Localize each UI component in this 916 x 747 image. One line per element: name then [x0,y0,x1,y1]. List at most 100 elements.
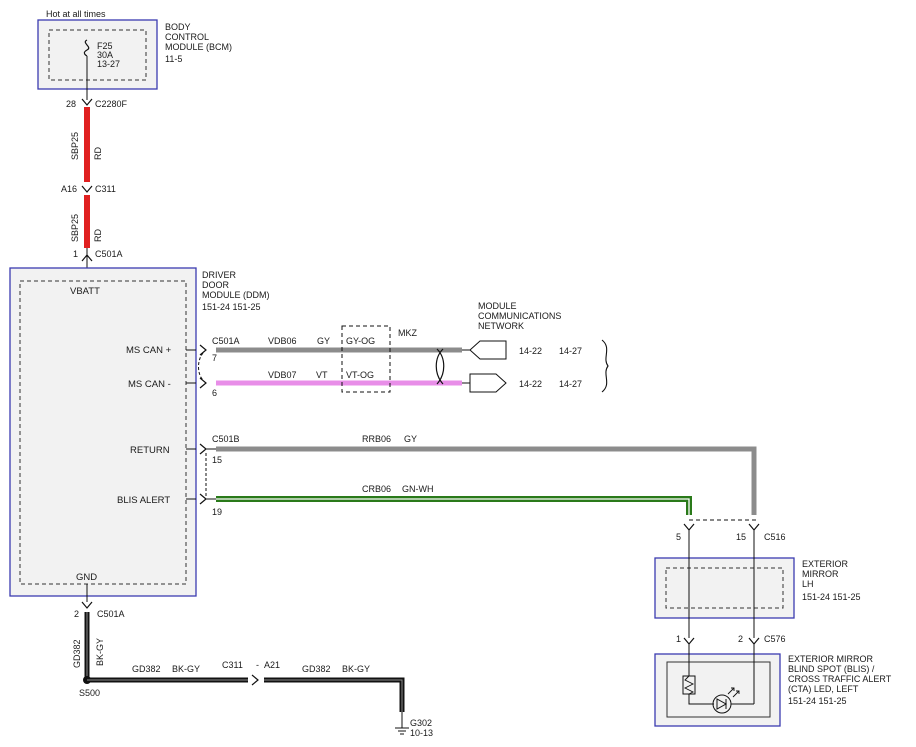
wire-crb06-color: GN-WH [402,484,434,494]
ground-icon [395,712,409,735]
blis-name-line-2: BLIND SPOT (BLIS) / [788,664,875,674]
bcm-name-line-3: MODULE (BCM) [165,42,232,52]
c516-pin15-icon [748,523,760,531]
exterior-mirror-module[interactable] [654,557,795,619]
hot-at-all-times-label: Hot at all times [46,9,106,19]
network-name-line-1: MODULE [478,301,517,311]
can-minus-connector-icon [199,377,207,389]
ddm-module[interactable] [9,267,197,597]
return-pin: 15 [212,455,222,465]
blis-name-line-1: EXTERIOR MIRROR [788,654,874,664]
c501a-bottom-name: C501A [97,609,125,619]
network-connector-can-plus[interactable] [469,340,507,360]
wire-sbp25-a-circuit: SBP25 [70,132,80,160]
c311-ground-dash: - [256,660,259,670]
c516-pin-15: 15 [736,532,746,542]
blis-pin: 19 [212,507,222,517]
g302-label: G302 [410,718,432,728]
wire-sbp25-b-circuit: SBP25 [70,214,80,242]
network-ref-1a: 14-22 [519,346,542,356]
c311-ground-pin: A21 [264,660,280,670]
can-minus-pin: 6 [212,388,217,398]
can-plus-pin: 7 [212,353,217,363]
c516-pin5-icon [683,523,695,531]
wire-vdb06-circuit: VDB06 [268,336,297,346]
c311-name: C311 [95,184,116,194]
blis-led-module[interactable] [654,653,781,727]
wire-gd382-h2-color: BK-GY [342,664,370,674]
wire-crb06-circuit: CRB06 [362,484,391,494]
ddm-pin-vbatt: VBATT [70,286,100,297]
c2280f-pin: 28 [66,99,76,109]
wire-rrb06[interactable] [216,446,757,515]
twisted-pair-icon [435,348,445,385]
c576-name: C576 [764,634,786,644]
wire-gd382-h2-stripe [264,679,403,712]
c311-ground-connector-icon [251,674,259,686]
wire-rrb06-color: GY [404,434,417,444]
c576-pin1-icon [683,637,695,645]
wiring-diagram: Hot at all times F25 30A 13-27 BODY CONT… [9,9,892,738]
mirror-name-line-2: MIRROR [802,569,839,579]
c516-pin-5: 5 [676,532,681,542]
wire-vdb06-alt-color: GY-OG [346,336,375,346]
fuse-ref: 13-27 [97,59,120,69]
ddm-name-line-1: DRIVER [202,270,237,280]
wire-gd382-vertical-color: BK-GY [95,638,105,666]
ddm-pin-return: RETURN [130,445,170,456]
bcm-name-line-2: CONTROL [165,32,209,42]
bcm-ref: 11-5 [165,54,182,64]
can-pair-brace [198,352,204,381]
network-brace-icon [601,339,609,393]
c311-connector-icon [81,185,93,193]
network-model-note: MKZ [398,328,418,338]
blis-refs: 151-24 151-25 [788,696,847,706]
network-ref-1b: 14-27 [559,346,582,356]
return-connector-icon [199,443,207,455]
ddm-pin-blis-alert: BLIS ALERT [117,495,170,506]
ddm-pin-ms-can-minus: MS CAN - [128,379,171,390]
wire-rrb06-circuit: RRB06 [362,434,391,444]
bcm-name-line-1: BODY [165,22,191,32]
mirror-name-line-1: EXTERIOR [802,559,849,569]
g302-ref: 10-13 [410,728,433,738]
ddm-pin-ms-can-plus: MS CAN + [126,345,172,356]
network-ref-2b: 14-27 [559,379,582,389]
wire-sbp25-a-color: RD [93,147,103,160]
network-ref-2a: 14-22 [519,379,542,389]
return-connector-name: C501B [212,434,240,444]
blis-name-line-3: CROSS TRAFFIC ALERT [788,674,892,684]
blis-name-line-4: (CTA) LED, LEFT [788,684,859,694]
can-plus-connector-name: C501A [212,336,240,346]
network-name-line-3: NETWORK [478,321,524,331]
ddm-name-line-3: MODULE (DDM) [202,290,270,300]
c2280f-name: C2280F [95,99,128,109]
c311-ground-name: C311 [222,660,243,670]
wire-vdb07-color: VT [316,370,328,380]
c576-pin-2: 2 [738,634,743,644]
network-name-line-2: COMMUNICATIONS [478,311,561,321]
wire-vdb07-alt-color: VT-OG [346,370,374,380]
wire-gd382-h1-color: BK-GY [172,664,200,674]
wire-vdb06-color: GY [317,336,330,346]
wire-gd382-h1-circuit: GD382 [132,664,161,674]
ddm-refs: 151-24 151-25 [202,302,261,312]
wire-vdb07-circuit: VDB07 [268,370,297,380]
wire-gd382-h2[interactable] [264,677,405,712]
c501a-bottom-pin: 2 [74,609,79,619]
wire-sbp25-b-color: RD [93,229,103,242]
c501a-top-name: C501A [95,249,123,259]
c576-pin2-icon [748,637,760,645]
ddm-name-line-2: DOOR [202,280,230,290]
ddm-pin-gnd: GND [76,572,97,583]
mirror-name-line-3: LH [802,579,814,589]
network-connector-can-minus[interactable] [469,373,507,393]
c501a-bottom-connector-icon [81,601,93,609]
c576-pin-1: 1 [676,634,681,644]
s500-label: S500 [79,688,100,698]
wire-crb06[interactable] [216,496,692,515]
wire-gd382-vertical-circuit: GD382 [72,639,82,668]
wire-gd382-h2-circuit: GD382 [302,664,331,674]
c311-pin: A16 [61,184,77,194]
blis-connector-icon [199,493,207,505]
